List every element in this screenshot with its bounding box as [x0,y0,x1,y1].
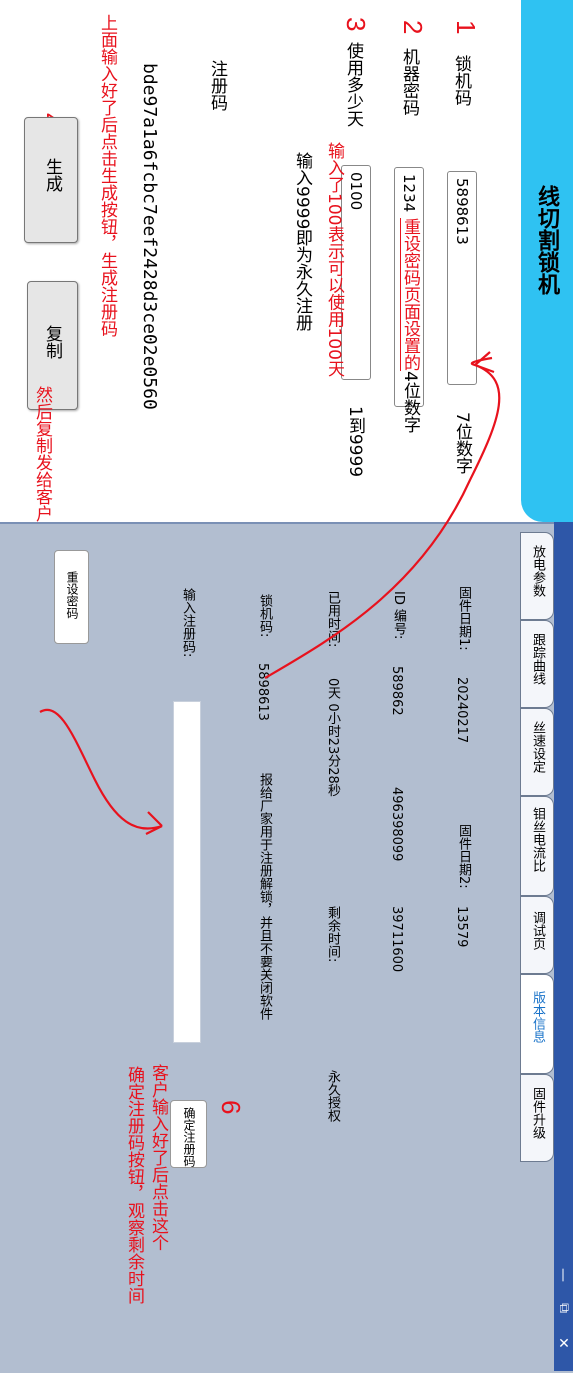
remaining-time-label: 剩余时间: [325,906,340,963]
tab-version-info[interactable]: 版本信息 [520,974,554,1074]
days-label: 使用多少天 [343,42,363,127]
reg-input-label: 输入注册码: [180,588,195,658]
minimize-button[interactable]: — [555,1268,571,1282]
tab-firmware-upgrade[interactable]: 固件升级 [520,1074,554,1162]
tab-debug[interactable]: 调试页 [520,896,554,974]
lock-code-hint: 报给厂家用于注册解锁，并且不要关闭软件 [257,773,272,1020]
lock-code-note: 7位数字 [452,412,472,474]
machine-panel [0,522,573,1373]
generator-panel [0,0,573,522]
close-button[interactable]: ✕ [556,1336,572,1352]
generate-button[interactable]: 生成 [24,117,78,243]
id-value-2: 496398099 [389,787,404,862]
tab-wire-speed[interactable]: 丝速设定 [520,708,554,796]
used-time-label: 已用时间: [325,591,340,648]
instruction-generate: 上面输入好了后点击生成按钮，生成注册码 [97,14,117,337]
app-title: 线切割锁机 [534,185,559,295]
machine-password-label: 机器密码 [399,48,419,116]
reg-code-input[interactable] [173,701,201,1043]
fw-date1-label: 固件日期1: [456,586,471,651]
id-value-1: 589862 [389,666,404,716]
reset-password-button[interactable]: 重设密码 [54,550,89,644]
id-label: ID 编号: [391,591,406,640]
step-number-2: 2 [398,20,428,35]
remaining-time-value: 永久授权 [325,1070,340,1122]
used-time-value: 0天 0小时23分28秒 [325,678,340,797]
step-number-6: 6 [216,1100,246,1115]
step-number-1: 1 [451,20,481,35]
fw-date2-label: 固件日期2: [456,824,471,889]
lock-code-machine-label: 锁机码: [257,594,272,638]
step-number-3: 3 [341,17,371,32]
tab-tracking-curve[interactable]: 跟踪曲线 [520,620,554,708]
days-black-note: 输入9999即为永久注册 [292,152,312,332]
lock-code-input[interactable]: 5898613 [447,171,477,385]
reg-code-label: 注册码 [207,60,227,111]
tab-wire-current-ratio[interactable]: 钼丝电流比 [520,796,554,896]
lock-code-label: 锁机码 [451,55,471,106]
id-value-3: 39711600 [389,906,404,973]
instruction-confirm-2: 确定注册码按钮，观察剩余时间 [124,1066,144,1304]
tab-discharge-params[interactable]: 放电参数 [520,532,554,620]
lock-code-machine-value: 5898613 [255,663,270,721]
confirm-reg-code-button[interactable]: 确定注册码 [170,1100,207,1168]
window-edge [554,522,573,1371]
reg-code-value: bde97a1a6fcbc7eef2428d3ce02e0560 [139,63,160,410]
days-red-note: 输入了100表示可以使用100天 [324,142,344,377]
days-note: 1到9999 [345,406,365,478]
restore-button[interactable]: ⧉ [556,1303,572,1313]
fw-date2-value: 13579 [454,906,469,948]
instruction-confirm-1: 客户输入好了后点击这个 [148,1064,168,1251]
machine-password-note: 重设密码页面设置的4位数字 [400,218,420,433]
fw-date1-value: 20240217 [454,677,469,744]
